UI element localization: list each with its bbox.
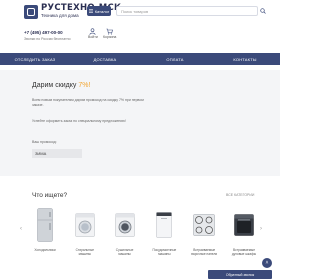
category-label: Посудомоечные машины	[152, 248, 177, 256]
carousel-next-icon[interactable]: ›	[260, 226, 262, 232]
search-button[interactable]	[258, 6, 268, 16]
menu-icon	[88, 8, 93, 14]
nav-item-delivery[interactable]: ДОСТАВКА	[70, 53, 140, 65]
washer-icon	[73, 205, 97, 245]
category-item-ovens[interactable]: Встраиваемые духовые шкафы	[231, 205, 257, 265]
category-label: Холодильники	[34, 248, 56, 252]
promo-title: Дарим скидку 7%!	[32, 82, 90, 89]
brand-tagline: Техника для дома	[41, 13, 79, 18]
cart-label: Корзина	[103, 35, 117, 39]
promo-code-label: Ваш промокод:	[32, 140, 57, 144]
promo-section: Дарим скидку 7%! Всем новым покупателям …	[0, 70, 280, 176]
category-item-hobs[interactable]: Встраиваемые варочные панели	[191, 205, 217, 265]
promo-percent: 7%!	[78, 82, 91, 89]
promo-text-1: Всем новым покупателям дарим промокод на…	[32, 98, 144, 107]
nav-item-contacts[interactable]: КОНТАКТЫ	[210, 53, 280, 65]
login-label: Войти	[88, 35, 98, 39]
logo-icon[interactable]	[24, 5, 38, 19]
search-icon	[260, 8, 266, 14]
hob-icon	[192, 205, 216, 245]
categories-title: Что ищете?	[32, 192, 68, 199]
fridge-icon	[33, 205, 57, 245]
nav-item-track-order[interactable]: ОТСЛЕДИТЬ ЗАКАЗ	[0, 53, 70, 65]
phone-subtitle: Звонки по России бесплатно	[24, 37, 71, 41]
carousel-prev-icon[interactable]: ‹	[20, 226, 22, 232]
cart-icon	[106, 28, 114, 35]
callback-button[interactable]: Обратный звонок	[208, 270, 272, 279]
all-categories-link[interactable]: ВСЕ КАТЕГОРИИ	[226, 193, 254, 197]
dishwasher-icon	[152, 205, 176, 245]
main-nav: ОТСЛЕДИТЬ ЗАКАЗ ДОСТАВКА ОПЛАТА КОНТАКТЫ	[0, 53, 280, 65]
category-label: Стиральные машины	[75, 248, 95, 256]
category-item-washers[interactable]: Стиральные машины	[72, 205, 98, 265]
arrow-up-icon: ˄	[265, 260, 269, 266]
promo-text-2: Успейте оформить заказ по специальному п…	[32, 119, 126, 123]
category-label: Сушильные машины	[115, 248, 134, 256]
search-placeholder: Поиск товаров	[121, 8, 149, 14]
login-button[interactable]: Войти	[88, 28, 98, 39]
oven-icon	[232, 205, 256, 245]
scroll-up-button[interactable]: ˄	[262, 258, 272, 268]
catalog-button[interactable]: Каталог	[87, 6, 111, 16]
dryer-icon	[113, 205, 137, 245]
promo-title-text: Дарим скидку	[32, 82, 79, 89]
categories-carousel: Холодильники Стиральные машины Сушильные…	[32, 205, 257, 265]
category-label: Встраиваемые духовые шкафы	[231, 248, 257, 256]
phone-number[interactable]: +7 (495) 497-00-00	[24, 30, 63, 35]
category-label: Встраиваемые варочные панели	[191, 248, 218, 256]
category-item-dryers[interactable]: Сушильные машины	[112, 205, 138, 265]
user-icon	[89, 28, 96, 35]
cart-button[interactable]: Корзина	[103, 28, 116, 39]
catalog-label: Каталог	[94, 8, 110, 14]
category-item-dishwashers[interactable]: Посудомоечные машины	[151, 205, 177, 265]
promo-code-field[interactable]: ЗИМА	[32, 149, 82, 158]
search-input[interactable]: Поиск товаров	[116, 6, 258, 16]
category-item-fridges[interactable]: Холодильники	[32, 205, 58, 265]
nav-item-payment[interactable]: ОПЛАТА	[140, 53, 210, 65]
